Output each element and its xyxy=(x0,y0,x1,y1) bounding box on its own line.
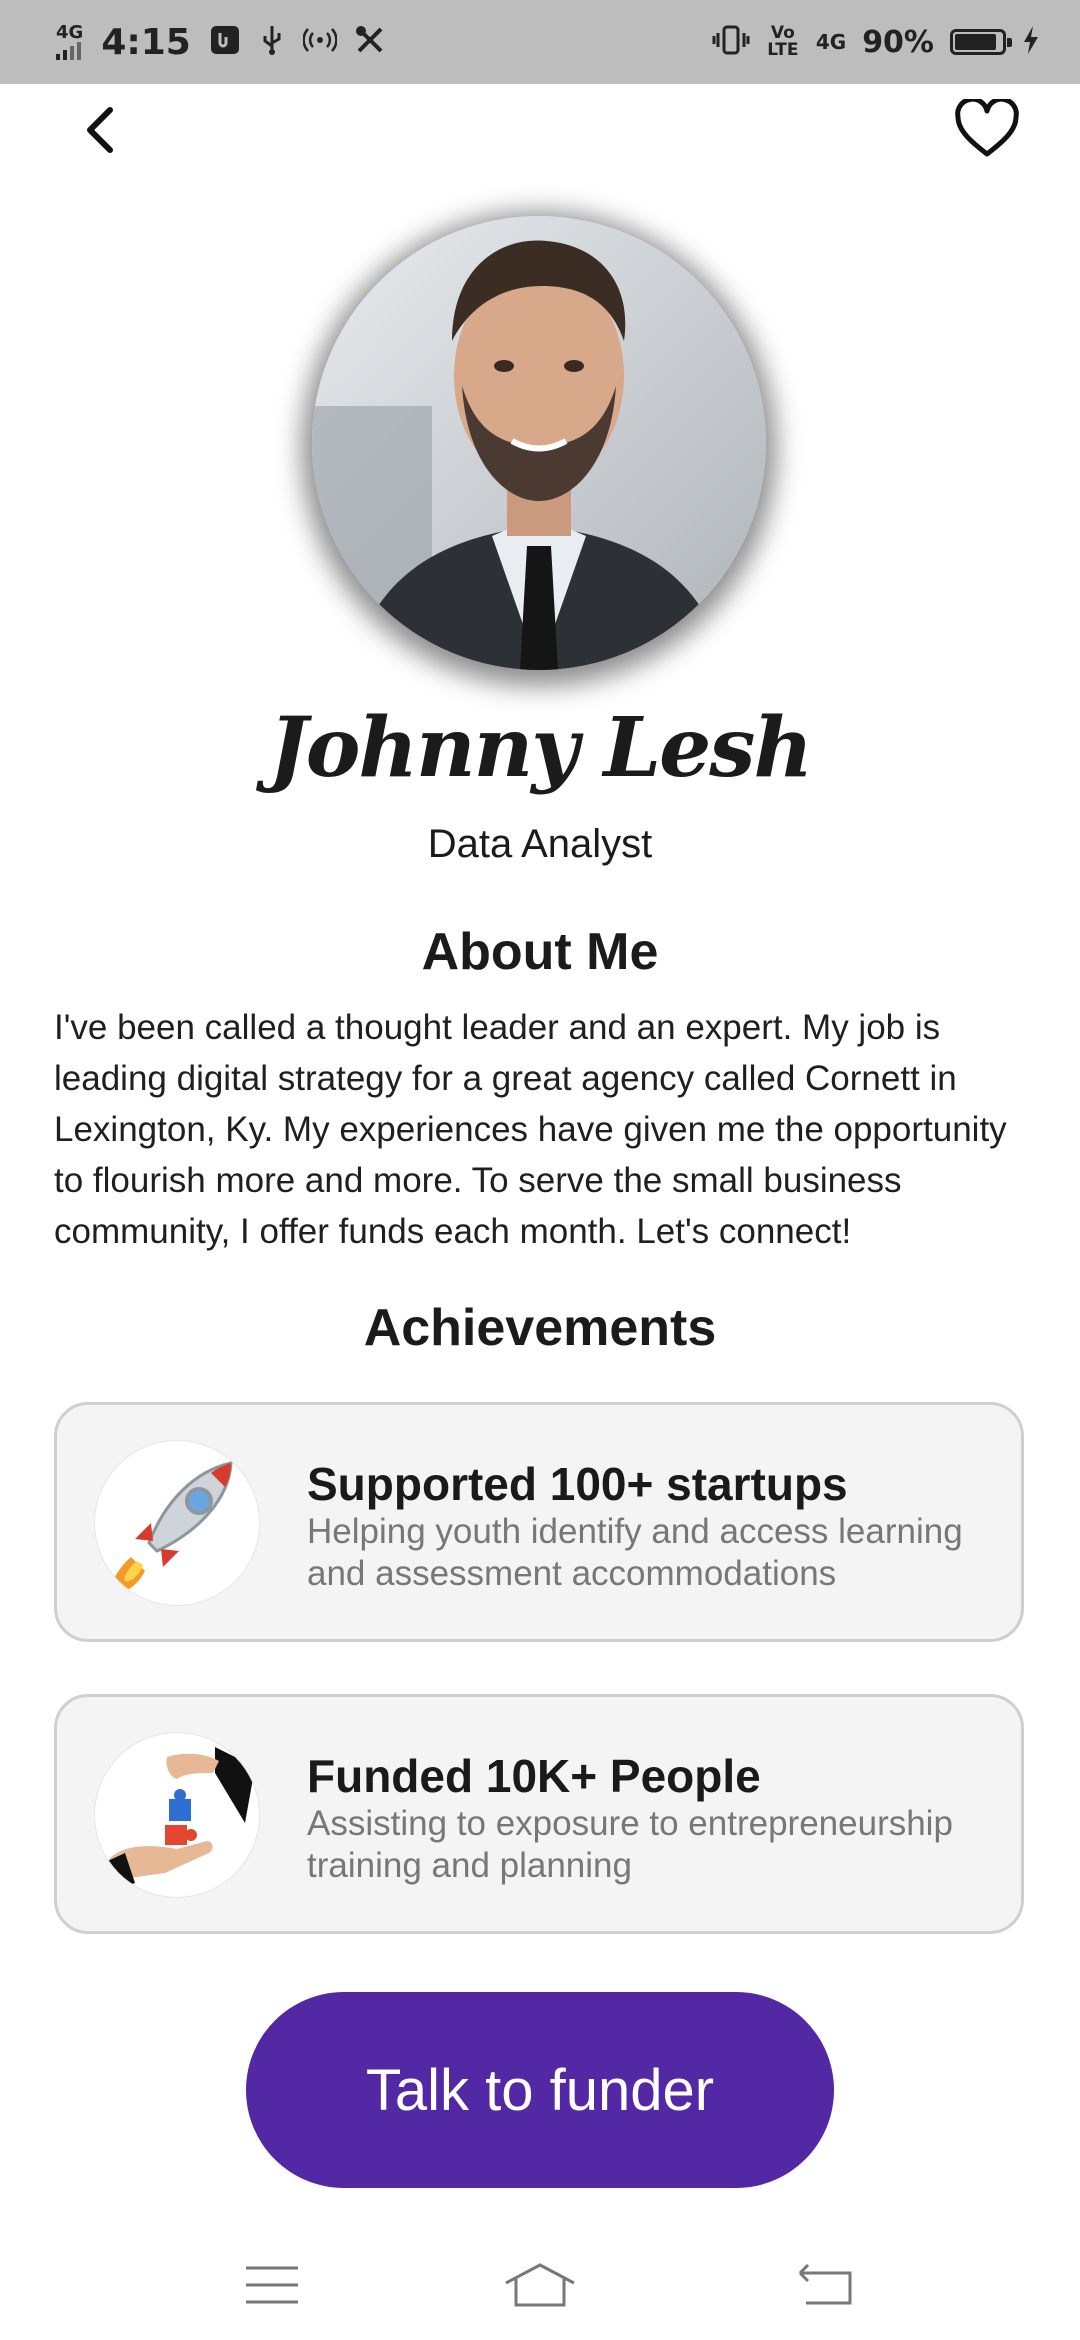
battery-percent: 90% xyxy=(862,24,934,60)
volte-label: Vo LTE xyxy=(767,23,799,60)
achievement-description: Helping youth identify and access learni… xyxy=(307,1512,963,1593)
battery-level xyxy=(955,34,997,50)
achievement-description: Assisting to exposure to entrepreneurshi… xyxy=(307,1804,953,1885)
talk-to-funder-button[interactable]: Talk to funder xyxy=(246,1992,834,2188)
heart-outline-icon xyxy=(955,99,1019,157)
network-type: 4G xyxy=(56,22,84,43)
about-title: About Me xyxy=(421,923,659,981)
favorite-button[interactable] xyxy=(952,96,1022,162)
back-nav-button[interactable] xyxy=(776,2250,876,2320)
profile-role: Data Analyst xyxy=(427,822,653,866)
signal-icon: 4G xyxy=(56,24,83,60)
battery-icon xyxy=(950,29,1012,55)
profile-name: Johnny Lesh xyxy=(268,700,813,796)
charging-icon xyxy=(1022,24,1040,61)
back-icon xyxy=(798,2263,852,2305)
system-nav-bar xyxy=(0,2230,1080,2340)
vibrate-icon xyxy=(712,25,750,60)
home-button[interactable] xyxy=(490,2250,590,2320)
chevron-left-icon xyxy=(87,107,113,153)
menu-icon xyxy=(246,2266,298,2304)
profile-avatar xyxy=(312,216,766,670)
clock: 4:15 xyxy=(101,21,191,63)
back-button[interactable] xyxy=(70,100,130,160)
menu-button[interactable] xyxy=(222,2250,322,2320)
about-text: I've been called a thought leader and an… xyxy=(54,1008,1007,1251)
achievement-title: Supported 100+ startups xyxy=(307,1458,848,1510)
achievements-title: Achievements xyxy=(363,1299,717,1357)
achievement-title: Funded 10K+ People xyxy=(307,1750,761,1802)
home-icon xyxy=(505,2263,575,2307)
status-bar: 4G 4:15 Vo LTE 4G 90% xyxy=(0,0,1080,84)
achievement-card: Funded 10K+ People Assisting to exposure… xyxy=(54,1694,1024,1934)
puzzle-hands-icon xyxy=(95,1733,259,1897)
usb-icon xyxy=(259,24,285,61)
hotspot-icon xyxy=(302,26,338,59)
rocket-icon xyxy=(95,1441,259,1605)
tools-icon xyxy=(355,25,385,60)
usb-debug-icon xyxy=(209,24,241,61)
achievement-card: Supported 100+ startups Helping youth id… xyxy=(54,1402,1024,1642)
network-type-2: 4G xyxy=(815,30,847,54)
